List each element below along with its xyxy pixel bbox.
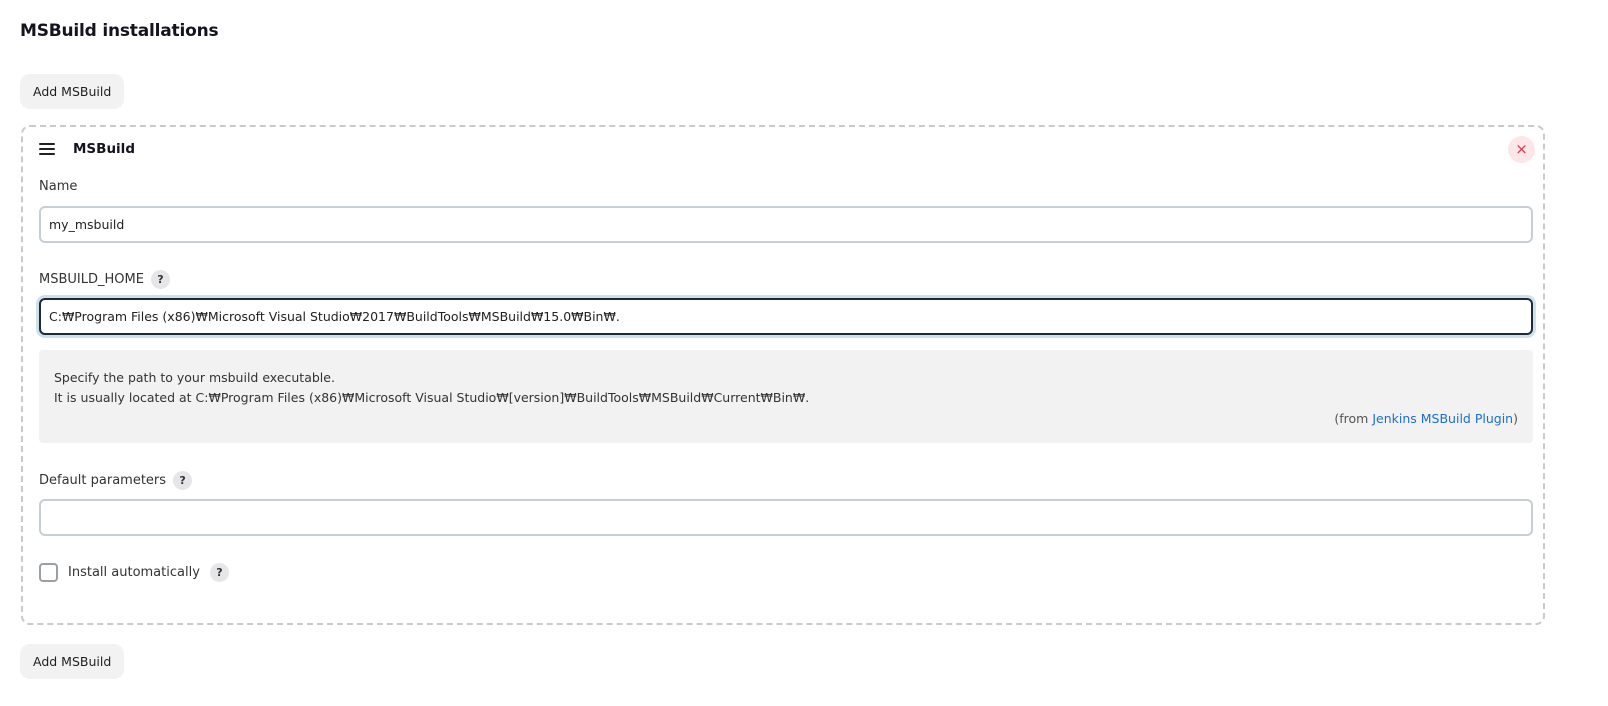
name-label-text: Name <box>39 179 78 194</box>
add-msbuild-button-top[interactable]: Add MSBuild <box>20 74 125 109</box>
bottom-strip <box>0 687 1608 706</box>
section-title: MSBuild installations <box>20 21 219 41</box>
msbuild-home-label-text: MSBUILD_HOME <box>39 272 144 287</box>
card-title: MSBuild <box>73 141 135 157</box>
close-icon[interactable]: × <box>1508 136 1535 163</box>
msbuild-home-help: Specify the path to your msbuild executa… <box>39 350 1533 443</box>
msbuild-home-label: MSBUILD_HOME ? <box>39 270 170 289</box>
help-from-prefix: (from <box>1334 411 1373 426</box>
question-mark-icon[interactable]: ? <box>209 563 229 582</box>
install-automatically-row: Install automatically ? <box>39 563 229 582</box>
default-parameters-label: Default parameters ? <box>39 471 193 490</box>
default-parameters-label-text: Default parameters <box>39 473 167 488</box>
install-automatically-checkbox[interactable] <box>39 563 58 582</box>
help-from-suffix: ) <box>1513 411 1518 426</box>
name-input[interactable] <box>39 206 1533 243</box>
install-automatically-label[interactable]: Install automatically <box>68 565 200 580</box>
jenkins-msbuild-plugin-link[interactable]: Jenkins MSBuild Plugin <box>1372 411 1513 426</box>
card-header: MSBuild <box>39 141 135 157</box>
hamburger-icon[interactable] <box>39 141 55 157</box>
help-line-1: Specify the path to your msbuild executa… <box>54 370 335 385</box>
help-line-2: It is usually located at C:₩Program File… <box>54 390 810 405</box>
question-mark-icon[interactable]: ? <box>173 471 193 490</box>
name-label: Name <box>39 179 77 194</box>
question-mark-icon[interactable]: ? <box>150 270 170 289</box>
msbuild-installation-card: MSBuild × Name MSBUILD_HOME ? Specify th… <box>21 125 1545 625</box>
msbuild-home-input[interactable] <box>39 298 1533 335</box>
add-msbuild-button-bottom[interactable]: Add MSBuild <box>20 644 125 679</box>
default-parameters-input[interactable] <box>39 499 1533 536</box>
help-source: (from Jenkins MSBuild Plugin) <box>1334 409 1518 429</box>
